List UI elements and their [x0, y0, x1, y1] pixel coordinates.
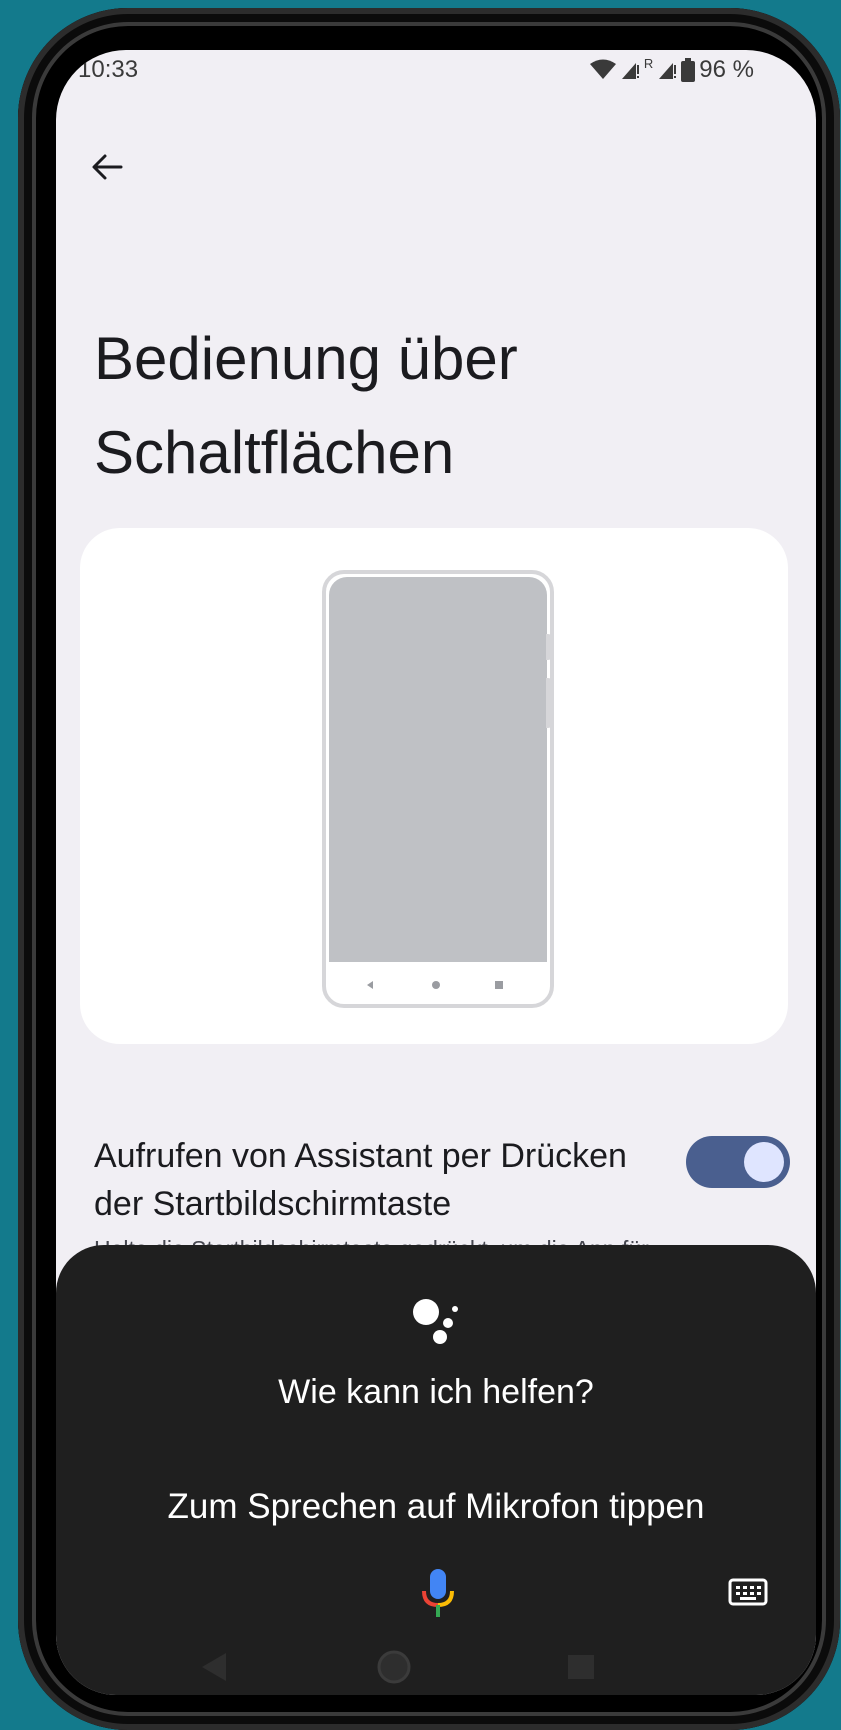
- assistant-sheet: Wie kann ich helfen? Zum Sprechen auf Mi…: [56, 1245, 816, 1695]
- phone-illustration-button: [546, 634, 552, 660]
- nav-back-icon[interactable]: [202, 1653, 226, 1681]
- phone-illustration-button: [546, 678, 552, 728]
- roaming-label: R: [643, 56, 654, 71]
- phone-screen: 10:33 R 96 % Bedienung über Schaltfläche…: [56, 50, 816, 1695]
- signal-icon: [621, 63, 639, 79]
- nav-home-icon[interactable]: [377, 1650, 411, 1684]
- battery-percent: 96 %: [699, 56, 754, 83]
- wifi-icon: [589, 59, 616, 79]
- status-time: 10:33: [78, 56, 139, 83]
- google-assistant-icon: [413, 1299, 458, 1344]
- assistant-hint: Zum Sprechen auf Mikrofon tippen: [167, 1487, 705, 1526]
- assistant-prompt: Wie kann ich helfen?: [278, 1373, 594, 1411]
- system-navigation-bar: [202, 1650, 594, 1684]
- status-icons: R 96 %: [589, 56, 754, 84]
- assistant-toggle-switch[interactable]: [686, 1136, 790, 1188]
- home-circle-icon: [432, 981, 440, 989]
- back-triangle-icon: [367, 981, 373, 989]
- switch-knob: [744, 1142, 784, 1182]
- arrow-left-icon: [92, 154, 123, 180]
- keyboard-icon[interactable]: [728, 1577, 768, 1607]
- nav-recents-icon[interactable]: [568, 1655, 594, 1679]
- status-bar: 10:33 R 96 %: [56, 50, 816, 90]
- signal-roaming-icon: [659, 63, 677, 79]
- phone-illustration: [322, 570, 554, 1008]
- setting-title: Aufrufen von Assistant per Drücken der S…: [94, 1137, 627, 1223]
- phone-illustration-navbar: [367, 981, 503, 989]
- navigation-illustration: [80, 528, 788, 1044]
- page-title: Bedienung über Schaltflächen: [94, 325, 518, 486]
- back-button[interactable]: [82, 142, 132, 192]
- recents-square-icon: [495, 981, 503, 989]
- phone-illustration-screen: [329, 577, 547, 962]
- microphone-icon[interactable]: [418, 1567, 458, 1619]
- battery-icon: [681, 58, 696, 82]
